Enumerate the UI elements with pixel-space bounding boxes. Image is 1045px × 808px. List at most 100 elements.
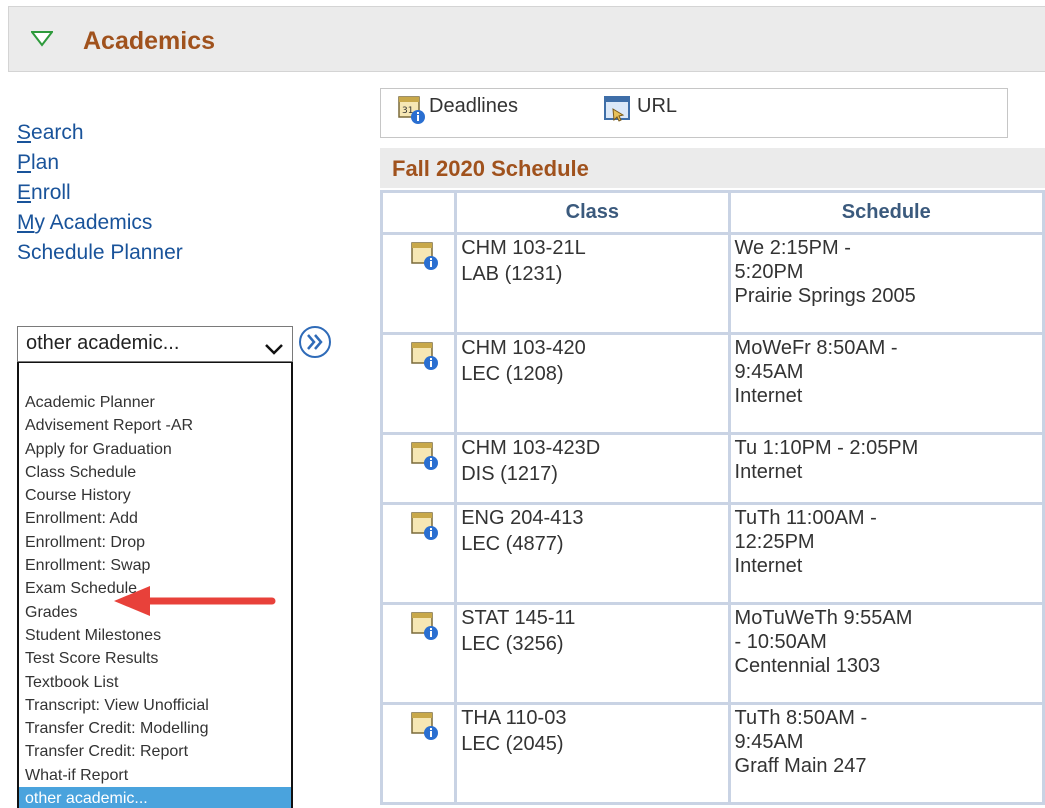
schedule-cell: MoWeFr 8:50AM -9:45AM Internet (727, 332, 1045, 435)
class-cell: CHM 103-21L LAB (1231) (454, 232, 731, 335)
table-row: STAT 145-11 LEC (3256) MoTuWeTh 9:55AM - 10… (379, 602, 1045, 705)
nav-link-my-academics[interactable]: My Academics (17, 208, 183, 238)
deadlines-label: Deadlines (429, 95, 518, 117)
schedule-line: - 10:50AM (734, 631, 827, 653)
row-details-cell (379, 602, 458, 705)
listbox-option[interactable]: Class Schedule (19, 461, 291, 484)
calendar-info-icon: 31 (397, 93, 427, 131)
nav-link-search-label: earch (31, 121, 84, 144)
row-details-cell (379, 332, 458, 435)
table-row: ENG 204-413 LEC (4877) TuTh 11:00AM -12:25… (379, 502, 1045, 605)
listbox-option[interactable]: What-if Report (19, 764, 291, 787)
collapse-triangle-icon[interactable] (29, 31, 55, 52)
listbox-option[interactable]: Enrollment: Swap (19, 554, 291, 577)
class-code: CHM 103-21L (461, 237, 586, 259)
row-details-cell (379, 232, 458, 335)
nav-link-plan[interactable]: Plan (17, 148, 183, 178)
listbox-option[interactable]: Transfer Credit: Modelling (19, 717, 291, 740)
listbox-option[interactable]: Academic Planner (19, 391, 291, 414)
schedule-line: We 2:15PM - (734, 237, 851, 259)
schedule-line: MoWeFr 8:50AM - (734, 337, 898, 359)
class-code: CHM 103-423D (461, 437, 601, 459)
class-cell: CHM 103-420 LEC (1208) (454, 332, 731, 435)
schedule-location: Prairie Springs 2005 (734, 285, 916, 307)
nav-link-search[interactable]: Search (17, 118, 183, 148)
schedule-line: TuTh 8:50AM - (734, 707, 868, 729)
select-value: other academic... (26, 332, 180, 354)
class-section: DIS (1217) (461, 463, 558, 485)
nav-link-my-academics-accesskey: M (17, 211, 35, 234)
class-cell: THA 110-03 LEC (2045) (454, 702, 731, 805)
listbox-option[interactable]: Enrollment: Drop (19, 531, 291, 554)
schedule-location: Centennial 1303 (734, 655, 881, 677)
class-code: THA 110-03 (461, 707, 567, 729)
schedule-line: MoTuWeTh 9:55AM (734, 607, 913, 629)
schedule-title-bar: Fall 2020 Schedule (380, 148, 1045, 188)
schedule-line: Internet (734, 461, 803, 483)
nav-link-enroll-accesskey: E (17, 181, 32, 204)
nav-link-enroll[interactable]: Enroll (17, 178, 183, 208)
class-code: CHM 103-420 (461, 337, 586, 359)
listbox-option[interactable]: Enrollment: Add (19, 507, 291, 530)
class-section: LAB (1231) (461, 263, 563, 285)
class-details-icon[interactable] (410, 339, 440, 376)
class-section: LEC (3256) (461, 633, 564, 655)
listbox-option[interactable]: Transcript: View Unofficial (19, 694, 291, 717)
academics-header: Academics (8, 6, 1045, 72)
class-cell: STAT 145-11 LEC (3256) (454, 602, 731, 705)
class-code: STAT 145-11 (461, 607, 576, 629)
url-label: URL (637, 95, 678, 117)
listbox-option[interactable]: Course History (19, 484, 291, 507)
nav-link-schedule-planner[interactable]: Schedule Planner (17, 238, 183, 268)
class-details-icon[interactable] (410, 609, 440, 646)
nav-link-enroll-label: nroll (31, 181, 71, 204)
url-link[interactable]: URL (601, 93, 677, 131)
nav-link-my-academics-label: y Academics (34, 211, 153, 234)
other-academic-select[interactable]: other academic... (17, 326, 293, 362)
listbox-option[interactable]: Transfer Credit: Report (19, 740, 291, 763)
red-arrow-annotation-icon (112, 584, 277, 623)
schedule-toolbar: 31 Deadlines URL (380, 88, 1008, 138)
page-title: Academics (83, 27, 216, 55)
class-section: LEC (2045) (461, 733, 564, 755)
nav-link-plan-accesskey: P (17, 151, 32, 174)
table-row: THA 110-03 LEC (2045) TuTh 8:50AM -9:45AM G… (379, 702, 1045, 805)
academics-nav: Search Plan Enroll My Academics Schedule… (17, 118, 183, 268)
listbox-option[interactable]: Student Milestones (19, 624, 291, 647)
listbox-option[interactable]: Textbook List (19, 671, 291, 694)
column-header-class: Class (454, 190, 731, 235)
nav-link-plan-label: lan (31, 151, 60, 174)
schedule-cell: Tu 1:10PM - 2:05PM Internet (727, 432, 1045, 505)
class-section: LEC (1208) (461, 363, 564, 385)
row-details-cell (379, 702, 458, 805)
schedule-table: Class Schedule CHM 103-21L LAB (1231) We 2… (379, 190, 1045, 805)
table-row: CHM 103-420 LEC (1208) MoWeFr 8:50AM -9:45… (379, 332, 1045, 435)
schedule-cell: TuTh 11:00AM -12:25PM Internet (727, 502, 1045, 605)
class-details-icon[interactable] (410, 509, 440, 546)
schedule-line: 9:45AM (734, 361, 804, 383)
schedule-cell: TuTh 8:50AM -9:45AM Graff Main 247 (727, 702, 1045, 805)
class-details-icon[interactable] (410, 439, 440, 476)
class-details-icon[interactable] (410, 709, 440, 746)
listbox-option[interactable]: other academic... (19, 787, 291, 808)
schedule-line: 5:20PM (734, 261, 804, 283)
listbox-option[interactable]: Apply for Graduation (19, 438, 291, 461)
schedule-location: Internet (734, 385, 803, 407)
go-button-icon[interactable] (297, 324, 333, 365)
row-details-cell (379, 502, 458, 605)
schedule-location: Graff Main 247 (734, 755, 867, 777)
listbox-option[interactable]: Test Score Results (19, 647, 291, 670)
class-details-icon[interactable] (410, 239, 440, 276)
schedule-location: Internet (734, 555, 803, 577)
table-row: CHM 103-21L LAB (1231) We 2:15PM -5:20PM Pr… (379, 232, 1045, 335)
row-details-cell (379, 432, 458, 505)
listbox-option[interactable]: Advisement Report -AR (19, 414, 291, 437)
table-row: CHM 103-423D DIS (1217) Tu 1:10PM - 2:05PM… (379, 432, 1045, 505)
class-cell: ENG 204-413 LEC (4877) (454, 502, 731, 605)
url-window-icon (601, 93, 635, 131)
nav-link-search-accesskey: S (17, 121, 32, 144)
chevron-down-icon (264, 338, 284, 361)
class-code: ENG 204-413 (461, 507, 584, 529)
deadlines-link[interactable]: 31 Deadlines (397, 93, 518, 131)
schedule-cell: We 2:15PM -5:20PM Prairie Springs 2005 (727, 232, 1045, 335)
